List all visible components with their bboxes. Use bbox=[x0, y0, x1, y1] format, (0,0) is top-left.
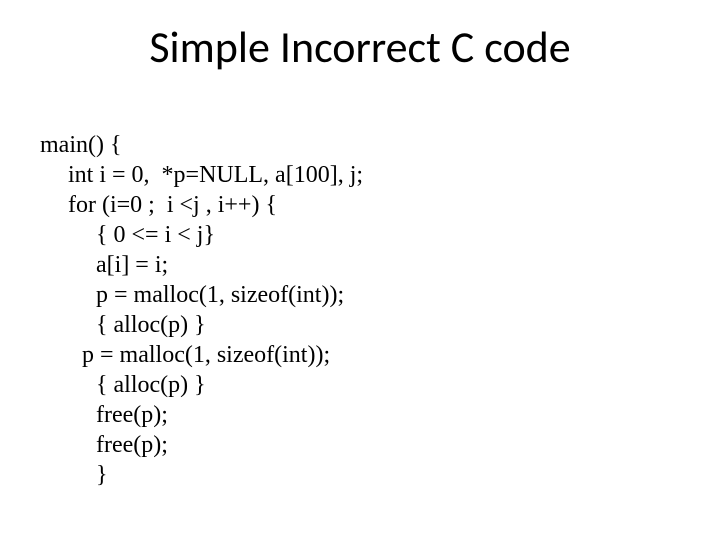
code-line: p = malloc(1, sizeof(int)); bbox=[40, 340, 330, 370]
code-line: free(p); bbox=[40, 430, 168, 460]
code-line: { alloc(p) } bbox=[40, 370, 206, 400]
slide: Simple Incorrect C code main() { int i =… bbox=[0, 0, 720, 540]
code-block: main() { int i = 0, *p=NULL, a[100], j; … bbox=[40, 100, 363, 520]
slide-title: Simple Incorrect C code bbox=[0, 20, 720, 74]
code-line: p = malloc(1, sizeof(int)); bbox=[40, 280, 344, 310]
code-line: for (i=0 ; i <j , i++) { bbox=[40, 190, 277, 220]
code-line: main() { bbox=[40, 132, 122, 158]
code-line: free(p); bbox=[40, 400, 168, 430]
code-line: int i = 0, *p=NULL, a[100], j; bbox=[40, 160, 363, 190]
code-line: } bbox=[40, 460, 108, 490]
code-line: { 0 <= i < j} bbox=[40, 220, 215, 250]
code-line: a[i] = i; bbox=[40, 250, 168, 280]
code-line: { alloc(p) } bbox=[40, 310, 206, 340]
